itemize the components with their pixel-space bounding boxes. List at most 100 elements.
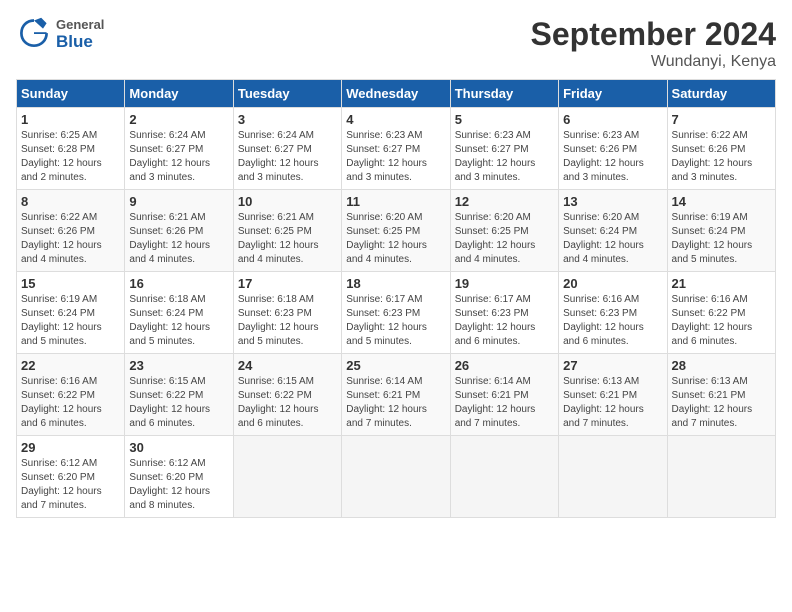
day-number: 9 (129, 194, 228, 209)
day-info: Sunrise: 6:18 AM Sunset: 6:23 PM Dayligh… (238, 293, 337, 349)
day-number: 14 (672, 194, 771, 209)
calendar-week-row: 8 Sunrise: 6:22 AM Sunset: 6:26 PM Dayli… (17, 190, 776, 272)
day-number: 16 (129, 276, 228, 291)
calendar-day-cell: 9 Sunrise: 6:21 AM Sunset: 6:26 PM Dayli… (125, 190, 233, 272)
day-info: Sunrise: 6:14 AM Sunset: 6:21 PM Dayligh… (455, 375, 554, 431)
day-number: 20 (563, 276, 662, 291)
calendar-day-cell: 26 Sunrise: 6:14 AM Sunset: 6:21 PM Dayl… (450, 354, 558, 436)
weekday-header-cell: Sunday (17, 80, 125, 108)
calendar-day-cell: 10 Sunrise: 6:21 AM Sunset: 6:25 PM Dayl… (233, 190, 341, 272)
calendar-day-cell: 20 Sunrise: 6:16 AM Sunset: 6:23 PM Dayl… (559, 272, 667, 354)
calendar-day-cell: 2 Sunrise: 6:24 AM Sunset: 6:27 PM Dayli… (125, 108, 233, 190)
calendar-day-cell: 11 Sunrise: 6:20 AM Sunset: 6:25 PM Dayl… (342, 190, 450, 272)
calendar-day-cell: 18 Sunrise: 6:17 AM Sunset: 6:23 PM Dayl… (342, 272, 450, 354)
day-number: 1 (21, 112, 120, 127)
day-info: Sunrise: 6:17 AM Sunset: 6:23 PM Dayligh… (346, 293, 445, 349)
day-number: 25 (346, 358, 445, 373)
month-title: September 2024 (531, 16, 776, 53)
calendar-day-cell: 4 Sunrise: 6:23 AM Sunset: 6:27 PM Dayli… (342, 108, 450, 190)
day-info: Sunrise: 6:20 AM Sunset: 6:25 PM Dayligh… (346, 211, 445, 267)
day-number: 27 (563, 358, 662, 373)
day-info: Sunrise: 6:22 AM Sunset: 6:26 PM Dayligh… (21, 211, 120, 267)
calendar-day-cell: 24 Sunrise: 6:15 AM Sunset: 6:22 PM Dayl… (233, 354, 341, 436)
day-number: 10 (238, 194, 337, 209)
day-info: Sunrise: 6:20 AM Sunset: 6:25 PM Dayligh… (455, 211, 554, 267)
day-number: 11 (346, 194, 445, 209)
day-number: 3 (238, 112, 337, 127)
weekday-header-cell: Friday (559, 80, 667, 108)
calendar-day-cell: 29 Sunrise: 6:12 AM Sunset: 6:20 PM Dayl… (17, 436, 125, 518)
day-number: 2 (129, 112, 228, 127)
day-number: 29 (21, 440, 120, 455)
day-info: Sunrise: 6:15 AM Sunset: 6:22 PM Dayligh… (238, 375, 337, 431)
day-info: Sunrise: 6:19 AM Sunset: 6:24 PM Dayligh… (21, 293, 120, 349)
day-info: Sunrise: 6:14 AM Sunset: 6:21 PM Dayligh… (346, 375, 445, 431)
logo: General Blue (16, 16, 104, 52)
day-info: Sunrise: 6:20 AM Sunset: 6:24 PM Dayligh… (563, 211, 662, 267)
calendar-day-cell (342, 436, 450, 518)
weekday-header-cell: Thursday (450, 80, 558, 108)
day-number: 23 (129, 358, 228, 373)
day-number: 21 (672, 276, 771, 291)
title-area: September 2024 Wundanyi, Kenya (531, 16, 776, 71)
day-info: Sunrise: 6:21 AM Sunset: 6:26 PM Dayligh… (129, 211, 228, 267)
day-info: Sunrise: 6:23 AM Sunset: 6:27 PM Dayligh… (346, 129, 445, 185)
calendar-day-cell: 5 Sunrise: 6:23 AM Sunset: 6:27 PM Dayli… (450, 108, 558, 190)
day-info: Sunrise: 6:25 AM Sunset: 6:28 PM Dayligh… (21, 129, 120, 185)
day-info: Sunrise: 6:24 AM Sunset: 6:27 PM Dayligh… (129, 129, 228, 185)
day-number: 15 (21, 276, 120, 291)
day-info: Sunrise: 6:24 AM Sunset: 6:27 PM Dayligh… (238, 129, 337, 185)
calendar-day-cell: 27 Sunrise: 6:13 AM Sunset: 6:21 PM Dayl… (559, 354, 667, 436)
calendar-day-cell: 16 Sunrise: 6:18 AM Sunset: 6:24 PM Dayl… (125, 272, 233, 354)
day-info: Sunrise: 6:12 AM Sunset: 6:20 PM Dayligh… (21, 457, 120, 513)
calendar-day-cell: 17 Sunrise: 6:18 AM Sunset: 6:23 PM Dayl… (233, 272, 341, 354)
calendar-day-cell: 22 Sunrise: 6:16 AM Sunset: 6:22 PM Dayl… (17, 354, 125, 436)
calendar-day-cell (667, 436, 775, 518)
day-number: 19 (455, 276, 554, 291)
calendar-week-row: 15 Sunrise: 6:19 AM Sunset: 6:24 PM Dayl… (17, 272, 776, 354)
general-blue-logo-icon (16, 16, 52, 52)
weekday-header-cell: Wednesday (342, 80, 450, 108)
calendar-day-cell: 23 Sunrise: 6:15 AM Sunset: 6:22 PM Dayl… (125, 354, 233, 436)
day-number: 22 (21, 358, 120, 373)
calendar-day-cell: 8 Sunrise: 6:22 AM Sunset: 6:26 PM Dayli… (17, 190, 125, 272)
day-number: 30 (129, 440, 228, 455)
day-info: Sunrise: 6:12 AM Sunset: 6:20 PM Dayligh… (129, 457, 228, 513)
day-info: Sunrise: 6:23 AM Sunset: 6:27 PM Dayligh… (455, 129, 554, 185)
calendar-day-cell: 15 Sunrise: 6:19 AM Sunset: 6:24 PM Dayl… (17, 272, 125, 354)
calendar-table: SundayMondayTuesdayWednesdayThursdayFrid… (16, 79, 776, 518)
calendar-week-row: 1 Sunrise: 6:25 AM Sunset: 6:28 PM Dayli… (17, 108, 776, 190)
weekday-header-row: SundayMondayTuesdayWednesdayThursdayFrid… (17, 80, 776, 108)
day-number: 28 (672, 358, 771, 373)
calendar-day-cell: 12 Sunrise: 6:20 AM Sunset: 6:25 PM Dayl… (450, 190, 558, 272)
calendar-day-cell (559, 436, 667, 518)
calendar-day-cell: 3 Sunrise: 6:24 AM Sunset: 6:27 PM Dayli… (233, 108, 341, 190)
day-info: Sunrise: 6:23 AM Sunset: 6:26 PM Dayligh… (563, 129, 662, 185)
day-info: Sunrise: 6:22 AM Sunset: 6:26 PM Dayligh… (672, 129, 771, 185)
day-info: Sunrise: 6:16 AM Sunset: 6:23 PM Dayligh… (563, 293, 662, 349)
logo-blue-text: Blue (56, 32, 104, 52)
day-info: Sunrise: 6:19 AM Sunset: 6:24 PM Dayligh… (672, 211, 771, 267)
day-info: Sunrise: 6:13 AM Sunset: 6:21 PM Dayligh… (672, 375, 771, 431)
day-number: 7 (672, 112, 771, 127)
day-info: Sunrise: 6:16 AM Sunset: 6:22 PM Dayligh… (21, 375, 120, 431)
calendar-day-cell (233, 436, 341, 518)
day-info: Sunrise: 6:17 AM Sunset: 6:23 PM Dayligh… (455, 293, 554, 349)
weekday-header-cell: Saturday (667, 80, 775, 108)
day-info: Sunrise: 6:16 AM Sunset: 6:22 PM Dayligh… (672, 293, 771, 349)
weekday-header-cell: Tuesday (233, 80, 341, 108)
calendar-day-cell (450, 436, 558, 518)
calendar-week-row: 22 Sunrise: 6:16 AM Sunset: 6:22 PM Dayl… (17, 354, 776, 436)
day-number: 18 (346, 276, 445, 291)
day-info: Sunrise: 6:21 AM Sunset: 6:25 PM Dayligh… (238, 211, 337, 267)
calendar-day-cell: 7 Sunrise: 6:22 AM Sunset: 6:26 PM Dayli… (667, 108, 775, 190)
calendar-day-cell: 6 Sunrise: 6:23 AM Sunset: 6:26 PM Dayli… (559, 108, 667, 190)
day-number: 12 (455, 194, 554, 209)
day-number: 13 (563, 194, 662, 209)
day-info: Sunrise: 6:15 AM Sunset: 6:22 PM Dayligh… (129, 375, 228, 431)
day-number: 24 (238, 358, 337, 373)
day-number: 17 (238, 276, 337, 291)
day-number: 8 (21, 194, 120, 209)
day-number: 26 (455, 358, 554, 373)
calendar-day-cell: 21 Sunrise: 6:16 AM Sunset: 6:22 PM Dayl… (667, 272, 775, 354)
